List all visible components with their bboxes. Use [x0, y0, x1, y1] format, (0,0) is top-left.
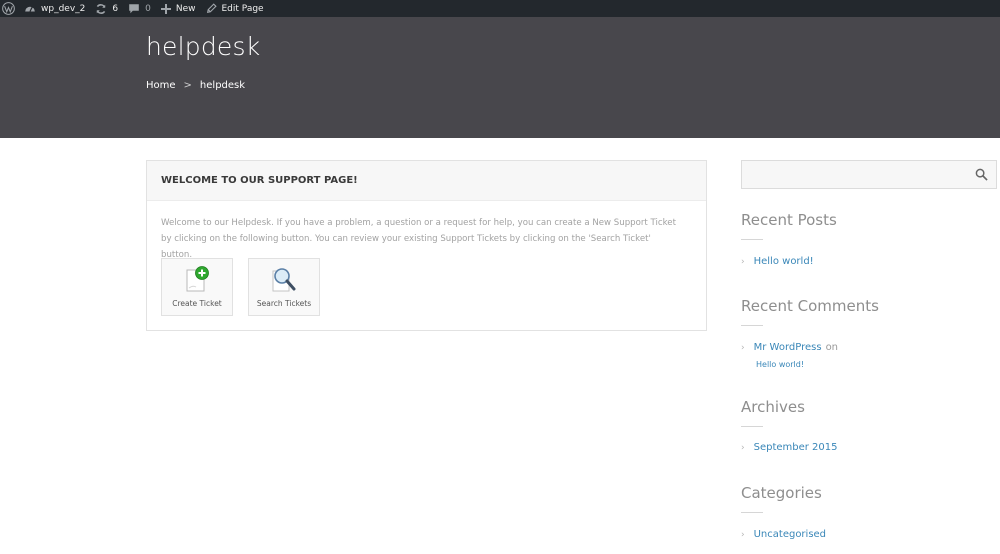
divider [741, 512, 763, 513]
edit-page-link[interactable]: Edit Page [201, 0, 269, 17]
breadcrumb-current: helpdesk [199, 80, 246, 91]
plus-icon [160, 3, 171, 14]
create-ticket-label: Create Ticket [172, 299, 222, 308]
site-name: wp_dev_2 [41, 3, 86, 14]
comments-menu[interactable]: 0 [123, 0, 156, 17]
archive-label: September 2015 [753, 442, 838, 453]
admin-bar: wp_dev_2 6 0 New Edit Page [0, 0, 1000, 17]
new-ticket-icon [186, 266, 209, 292]
welcome-heading: WELCOME TO OUR SUPPORT PAGE! [147, 161, 706, 201]
support-welcome-box: WELCOME TO OUR SUPPORT PAGE! Welcome to … [146, 160, 707, 331]
updates-icon [97, 3, 106, 14]
page-title: helpdesk [146, 32, 261, 61]
search-tickets-label: Search Tickets [256, 299, 312, 308]
comment-on-text: on [825, 342, 839, 353]
archive-link[interactable]: › September 2015 [741, 442, 838, 453]
recent-posts-title: Recent Posts [741, 211, 837, 229]
chevron-right-icon: › [741, 442, 745, 453]
recent-comments-title: Recent Comments [741, 297, 879, 315]
search-tickets-button[interactable]: Search Tickets [248, 258, 320, 316]
pencil-icon [206, 3, 217, 14]
divider [741, 239, 763, 240]
comment-post-link[interactable]: Hello world! [756, 360, 804, 369]
new-content-menu[interactable]: New [156, 0, 201, 17]
page-header: helpdesk Home > helpdesk [0, 17, 1000, 138]
search-input[interactable] [741, 160, 997, 189]
recent-post-label: Hello world! [753, 256, 814, 267]
divider [741, 325, 763, 326]
wordpress-logo-icon[interactable] [0, 0, 19, 17]
category-link[interactable]: › Uncategorised [741, 529, 826, 540]
search-icon[interactable] [975, 168, 988, 181]
updates-count: 6 [112, 3, 119, 14]
comment-icon [129, 3, 139, 13]
breadcrumb-home-link[interactable]: Home [146, 80, 176, 91]
magnifier-icon [272, 268, 296, 292]
chevron-right-icon: › [741, 342, 745, 353]
updates-menu[interactable]: 6 [90, 0, 123, 17]
chevron-right-icon: › [741, 529, 745, 540]
categories-title: Categories [741, 484, 822, 502]
chevron-right-icon: > [183, 80, 192, 91]
site-name-menu[interactable]: wp_dev_2 [19, 0, 90, 17]
new-label: New [175, 3, 196, 14]
divider [741, 426, 763, 427]
category-label: Uncategorised [753, 529, 827, 540]
archives-title: Archives [741, 398, 805, 416]
welcome-text: Welcome to our Helpdesk. If you have a p… [161, 218, 676, 260]
recent-post-link[interactable]: › Hello world! [741, 256, 814, 267]
dashboard-icon [25, 6, 35, 12]
chevron-right-icon: › [741, 256, 745, 267]
comments-count: 0 [145, 3, 151, 14]
edit-page-label: Edit Page [221, 3, 264, 14]
breadcrumb: Home > helpdesk [146, 80, 245, 91]
create-ticket-button[interactable]: Create Ticket [161, 258, 233, 316]
comment-author-link[interactable]: Mr WordPress [754, 342, 822, 353]
recent-comment: › Mr WordPress on [741, 342, 838, 353]
